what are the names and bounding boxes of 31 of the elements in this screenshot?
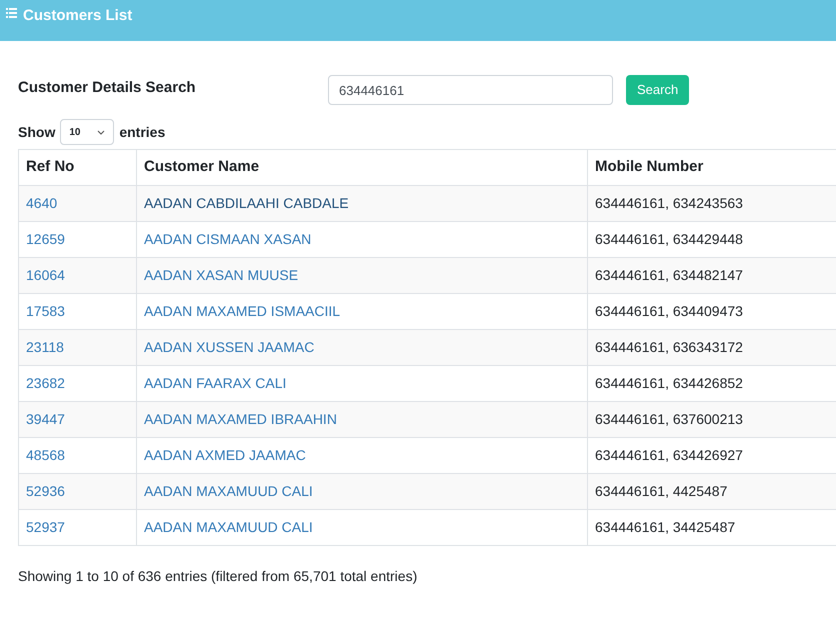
- ref-link[interactable]: 52936: [26, 483, 65, 499]
- column-header: Customer Name: [136, 150, 588, 186]
- show-label: Show: [18, 122, 56, 142]
- ref-link[interactable]: 12659: [26, 231, 65, 247]
- customer-link[interactable]: AADAN FAARAX CALI: [144, 375, 286, 391]
- entries-label: entries: [119, 122, 166, 142]
- search-button[interactable]: Search: [626, 75, 690, 105]
- entries-select[interactable]: 10: [60, 119, 114, 145]
- caret-icon: [97, 130, 106, 134]
- page-title: Customers List: [23, 6, 132, 26]
- column-header: Ref No: [18, 150, 136, 186]
- search-field[interactable]: 634446161: [328, 75, 613, 105]
- ref-link[interactable]: 52937: [26, 519, 65, 535]
- customer-link[interactable]: AADAN MAXAMUUD CALI: [144, 519, 313, 535]
- ref-link[interactable]: 4640: [26, 195, 58, 211]
- ref-link[interactable]: 23118: [26, 339, 64, 355]
- customer-link[interactable]: AADAN XASAN MUUSE: [144, 267, 298, 283]
- ref-link[interactable]: 17583: [26, 303, 65, 319]
- ref-link[interactable]: 23682: [26, 375, 65, 391]
- customer-link[interactable]: AADAN MAXAMUUD CALI: [144, 483, 313, 499]
- table-info: Showing 1 to 10 of 636 entries (filtered from 65,701 total entries): [18, 567, 418, 586]
- customer-link[interactable]: AADAN AXMED JAAMAC: [144, 447, 306, 463]
- ref-link[interactable]: 16064: [26, 267, 65, 283]
- list-icon: [6, 8, 17, 18]
- customer-link[interactable]: AADAN MAXAMED IBRAAHIN: [144, 411, 337, 427]
- customer-link[interactable]: AADAN CISMAAN XASAN: [144, 231, 312, 247]
- ref-link[interactable]: 39447: [26, 411, 65, 427]
- search-label: Customer Details Search: [18, 78, 197, 98]
- customer-link[interactable]: AADAN XUSSEN JAAMAC: [144, 339, 314, 355]
- ref-link[interactable]: 48568: [26, 447, 65, 463]
- customer-link[interactable]: AADAN MAXAMED ISMAACIIL: [144, 303, 340, 319]
